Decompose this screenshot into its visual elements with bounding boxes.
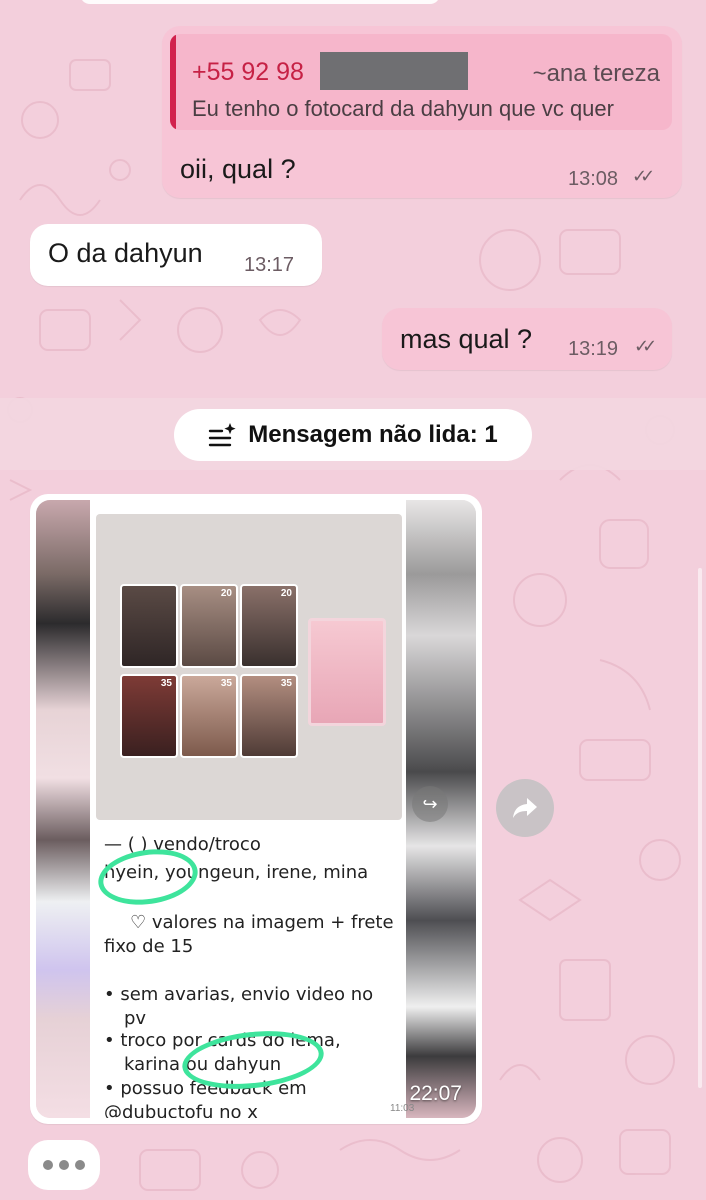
post-text-line: @dubuctofu no x <box>104 1102 258 1118</box>
quote-text: Eu tenho o fotocard da dahyun que vc que… <box>192 96 614 121</box>
typing-dot <box>59 1160 69 1170</box>
framed-photocard <box>308 618 386 726</box>
message-text: mas qual ? <box>400 324 533 354</box>
message-time: 13:17 <box>244 254 295 276</box>
sparkle-list-icon <box>209 423 236 447</box>
quoted-message[interactable]: +55 92 98 ~ana tereza Eu tenho o fotocar… <box>170 34 672 130</box>
photocard: 35 <box>240 674 298 758</box>
previous-bubble-edge <box>80 0 440 4</box>
post-text-line: • sem avarias, envio video no <box>104 984 374 1005</box>
unread-messages-pill: Mensagem não lida: 1 <box>174 409 532 461</box>
shared-post-screenshot: 20 20 35 35 35 — ( ) vendo/troco hyein, … <box>90 500 414 1118</box>
typing-dot <box>43 1160 53 1170</box>
post-text-line: fixo de 15 <box>104 936 194 957</box>
quote-accent-bar <box>170 34 176 130</box>
photocards-photo: 20 20 35 35 35 <box>96 514 402 820</box>
post-text-line: — ( ) vendo/troco <box>104 834 261 855</box>
message-time: 22:07 <box>409 1082 462 1105</box>
scrollbar[interactable] <box>698 568 702 1088</box>
message-time: 13:08 <box>568 168 619 190</box>
photocard: 20 <box>180 584 238 668</box>
outgoing-message[interactable]: mas qual ? 13:19 ✓✓ <box>382 308 672 370</box>
image-content[interactable]: 20 20 35 35 35 — ( ) vendo/troco hyein, … <box>36 500 476 1118</box>
incoming-message[interactable]: O da dahyun 13:17 <box>30 224 322 286</box>
post-text-line: pv <box>124 1008 147 1029</box>
photocard: 35 <box>120 674 178 758</box>
typing-dot <box>75 1160 85 1170</box>
double-check-icon: ✓✓ <box>632 166 655 186</box>
redacted-phone-block <box>320 52 468 90</box>
photocard <box>120 584 178 668</box>
unread-label: Mensagem não lida: 1 <box>248 421 498 448</box>
photocard: 35 <box>180 674 238 758</box>
message-text: oii, qual ? <box>180 154 296 184</box>
double-check-icon: ✓✓ <box>634 336 657 356</box>
background-photo-left <box>36 500 90 1118</box>
forward-arrow-icon <box>513 798 537 818</box>
message-time: 13:19 <box>568 338 619 360</box>
outgoing-reply-message[interactable]: +55 92 98 ~ana tereza Eu tenho o fotocar… <box>162 26 682 198</box>
typing-indicator <box>28 1140 100 1190</box>
photocard: 20 <box>240 584 298 668</box>
forward-button[interactable] <box>496 779 554 837</box>
message-text: O da dahyun <box>48 238 203 268</box>
post-text-line: ♡ valores na imagem + frete <box>130 912 394 933</box>
quote-sender-phone: +55 92 98 <box>192 58 304 86</box>
share-overlay-icon: ↪ <box>412 786 448 822</box>
quote-sender-name: ~ana tereza <box>532 60 660 87</box>
